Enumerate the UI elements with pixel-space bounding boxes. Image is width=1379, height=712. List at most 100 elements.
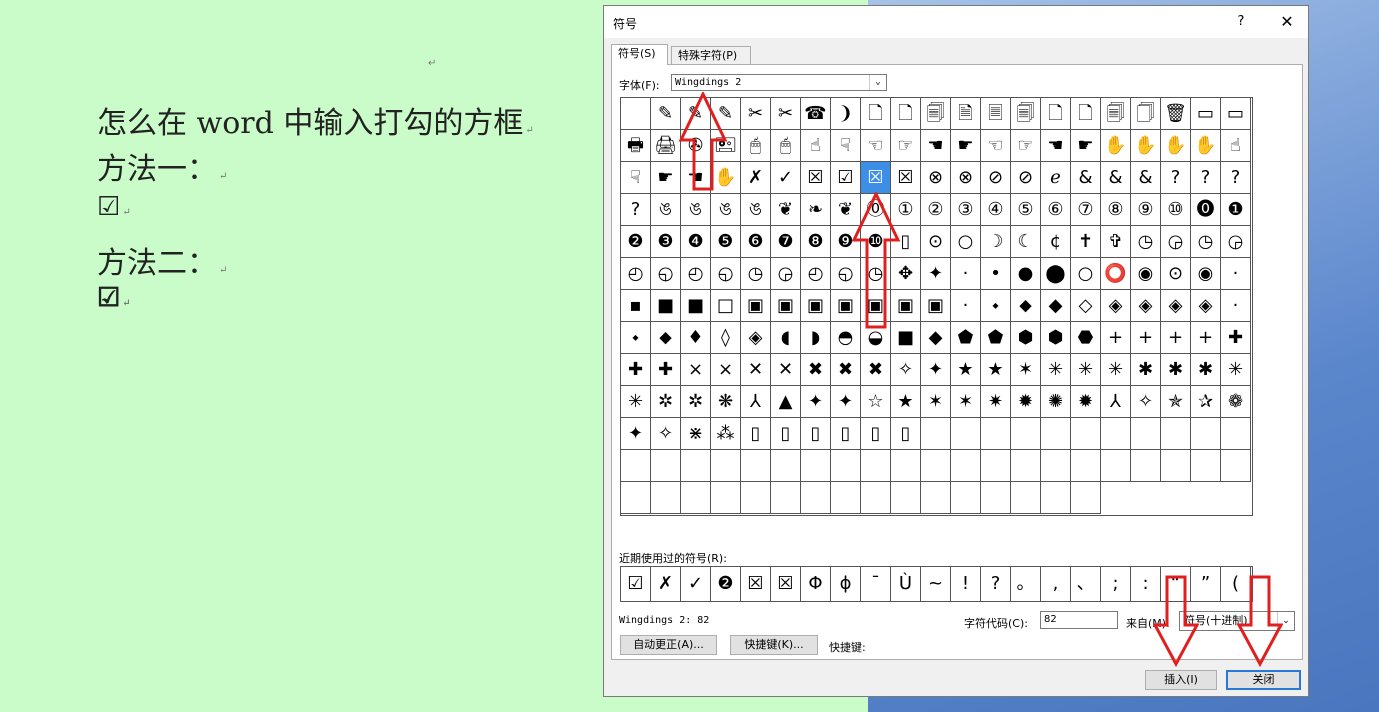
recent-symbol-cell[interactable]: , xyxy=(1041,567,1071,601)
symbol-cell[interactable]: ▣ xyxy=(891,290,921,322)
symbol-cell[interactable] xyxy=(801,482,831,514)
symbol-cell[interactable] xyxy=(1161,418,1191,450)
symbol-cell[interactable]: ◶ xyxy=(771,258,801,290)
symbol-cell[interactable] xyxy=(1131,450,1161,482)
symbol-cell[interactable] xyxy=(861,482,891,514)
character-code-input[interactable]: 82 xyxy=(1040,611,1118,629)
symbol-cell[interactable]: ? xyxy=(621,194,651,226)
symbol-cell[interactable]: ☛ xyxy=(1071,130,1101,162)
recent-symbol-cell[interactable]: ~ xyxy=(921,567,951,601)
symbol-cell[interactable]: ✲ xyxy=(681,386,711,418)
symbol-cell[interactable]: ⊗ xyxy=(951,162,981,194)
recent-symbol-cell[interactable]: ! xyxy=(951,567,981,601)
symbol-cell[interactable] xyxy=(951,482,981,514)
symbol-cell[interactable] xyxy=(771,482,801,514)
symbol-cell[interactable]: 🗋 xyxy=(1041,98,1071,130)
symbol-cell[interactable]: ✱ xyxy=(1191,354,1221,386)
symbol-cell[interactable] xyxy=(711,450,741,482)
symbol-cell[interactable]: ☚ xyxy=(681,162,711,194)
symbol-cell[interactable]: ▯ xyxy=(891,226,921,258)
symbol-cell[interactable]: 🗋 xyxy=(861,98,891,130)
symbol-cell[interactable]: ▣ xyxy=(831,290,861,322)
recent-symbol-cell[interactable]: ; xyxy=(1101,567,1131,601)
doc-line-title[interactable]: 怎么在 word 中输入打勾的方框 ↵ xyxy=(97,98,534,142)
doc-line-method1[interactable]: 方法一： ↵ xyxy=(97,144,227,188)
symbol-cell[interactable]: ♦ xyxy=(681,322,711,354)
symbol-cell[interactable]: · xyxy=(1221,258,1251,290)
symbol-cell[interactable]: ✇ xyxy=(681,130,711,162)
symbol-cell[interactable]: ⬥ xyxy=(651,322,681,354)
symbol-cell[interactable]: ✕ xyxy=(771,354,801,386)
symbol-cell[interactable]: ⬟ xyxy=(951,322,981,354)
symbol-cell[interactable]: ⓿ xyxy=(1191,194,1221,226)
symbol-cell[interactable]: ☞ xyxy=(1011,130,1041,162)
symbol-cell[interactable]: ✖ xyxy=(801,354,831,386)
symbol-cell[interactable]: ▲ xyxy=(771,386,801,418)
symbol-cell[interactable]: ✗ xyxy=(741,162,771,194)
symbol-cell[interactable]: ◖ xyxy=(771,322,801,354)
symbol-cell[interactable] xyxy=(951,418,981,450)
symbol-cell[interactable] xyxy=(1071,482,1101,514)
symbol-cell[interactable]: ঙ xyxy=(711,194,741,226)
symbol-cell[interactable]: ⑩ xyxy=(1161,194,1191,226)
symbol-cell[interactable]: ❦ xyxy=(771,194,801,226)
symbol-cell[interactable]: ⅄ xyxy=(1101,386,1131,418)
symbol-cell[interactable]: ◗ xyxy=(801,322,831,354)
symbol-cell[interactable] xyxy=(711,482,741,514)
symbol-cell[interactable]: 🗐 xyxy=(1101,98,1131,130)
symbol-cell[interactable]: ◆ xyxy=(1041,290,1071,322)
symbol-cell[interactable]: ◉ xyxy=(1191,258,1221,290)
symbol-cell[interactable]: ☛ xyxy=(651,162,681,194)
symbol-cell[interactable]: ★ xyxy=(951,354,981,386)
symbol-cell[interactable]: ঙ xyxy=(741,194,771,226)
symbol-cell[interactable]: ✷ xyxy=(981,386,1011,418)
symbol-cell[interactable]: ✱ xyxy=(1131,354,1161,386)
symbol-cell[interactable]: ✦ xyxy=(801,386,831,418)
symbol-cell[interactable]: ❁ xyxy=(1221,386,1251,418)
symbol-cell[interactable]: ☜ xyxy=(981,130,1011,162)
symbol-cell[interactable]: ℯ xyxy=(1041,162,1071,194)
symbol-cell[interactable]: ⅄ xyxy=(741,386,771,418)
symbol-cell[interactable] xyxy=(891,450,921,482)
recent-symbol-cell[interactable]: ¯ xyxy=(861,567,891,601)
symbol-cell[interactable]: 🗏 xyxy=(981,98,1011,130)
symbol-cell-selected[interactable]: ☒ xyxy=(861,162,891,194)
symbol-cell[interactable]: ⊙ xyxy=(1161,258,1191,290)
symbol-cell[interactable]: ⑧ xyxy=(1101,194,1131,226)
symbol-cell[interactable]: ☟ xyxy=(621,162,651,194)
symbol-cell[interactable]: ⬣ xyxy=(1071,322,1101,354)
symbol-cell[interactable]: ❺ xyxy=(711,226,741,258)
symbol-cell[interactable]: · xyxy=(951,290,981,322)
recent-symbol-cell[interactable]: ☒ xyxy=(771,567,801,601)
recent-symbol-cell[interactable]: Ù xyxy=(891,567,921,601)
symbol-cell[interactable]: ✝ xyxy=(1071,226,1101,258)
recent-symbol-cell[interactable]: ✗ xyxy=(651,567,681,601)
symbol-cell[interactable] xyxy=(921,418,951,450)
recent-symbol-cell[interactable]: ϕ xyxy=(831,567,861,601)
symbol-cell[interactable]: ✋ xyxy=(1131,130,1161,162)
symbol-cell[interactable]: ✦ xyxy=(831,386,861,418)
symbol-cell[interactable]: & xyxy=(1101,162,1131,194)
symbol-cell[interactable]: ❋ xyxy=(711,386,741,418)
close-icon[interactable]: ✕ xyxy=(1276,12,1298,32)
symbol-cell[interactable]: ☞ xyxy=(891,130,921,162)
symbol-cell[interactable]: 🖭 xyxy=(711,130,741,162)
symbol-cell[interactable]: ❶ xyxy=(1221,194,1251,226)
symbol-cell[interactable]: ▯ xyxy=(891,418,921,450)
recent-symbol-cell[interactable]: ” xyxy=(1191,567,1221,601)
symbol-cell[interactable]: ✳ xyxy=(1041,354,1071,386)
symbol-cell[interactable]: ❽ xyxy=(801,226,831,258)
doc-line-method2[interactable]: 方法二： ↵ xyxy=(97,238,227,282)
insert-button[interactable]: 插入(I) xyxy=(1145,670,1217,690)
symbol-cell[interactable] xyxy=(1011,450,1041,482)
chevron-down-icon[interactable]: ⌄ xyxy=(1277,612,1294,630)
symbol-cell[interactable] xyxy=(1101,418,1131,450)
symbol-cell[interactable] xyxy=(651,450,681,482)
close-button[interactable]: 关闭 xyxy=(1226,670,1301,690)
symbol-cell[interactable]: ☆ xyxy=(861,386,891,418)
symbol-cell[interactable]: ✓ xyxy=(771,162,801,194)
symbol-cell[interactable] xyxy=(681,482,711,514)
symbol-cell[interactable] xyxy=(1131,418,1161,450)
dialog-titlebar[interactable]: 符号 ? ✕ xyxy=(604,6,1308,38)
recent-symbol-cell[interactable]: ( xyxy=(1221,567,1251,601)
